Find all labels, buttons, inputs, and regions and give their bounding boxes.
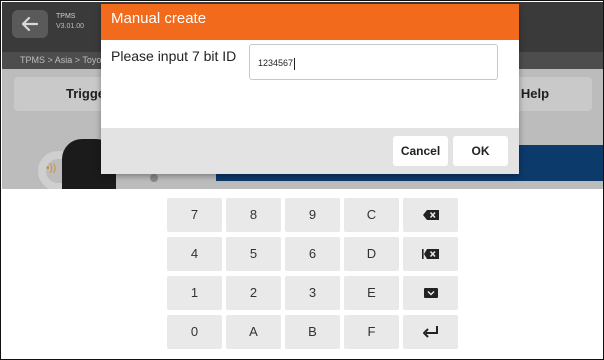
backspace-key[interactable]: [403, 198, 458, 232]
screen-frame: TPMS V3.01.00 TPMS > Asia > Toyot Trigge…: [0, 0, 604, 360]
back-arrow-icon: [22, 17, 38, 31]
manual-create-dialog: Manual create Please input 7 bit ID 1234…: [101, 4, 519, 174]
key-4[interactable]: 4: [167, 237, 222, 271]
clear-key[interactable]: [403, 237, 458, 271]
key-5[interactable]: 5: [226, 237, 281, 271]
key-1[interactable]: 1: [167, 276, 222, 310]
signal-icon: •)): [46, 163, 57, 174]
key-7[interactable]: 7: [167, 198, 222, 232]
bolt-icon: [150, 174, 158, 182]
key-b[interactable]: B: [285, 315, 340, 349]
clear-icon: [422, 249, 439, 259]
key-2[interactable]: 2: [226, 276, 281, 310]
key-c[interactable]: C: [344, 198, 399, 232]
id-input-value: 1234567: [258, 58, 294, 68]
key-f[interactable]: F: [344, 315, 399, 349]
dialog-title: Manual create: [111, 10, 207, 27]
hide-keyboard-key[interactable]: [403, 276, 458, 310]
back-button[interactable]: [12, 10, 48, 38]
id-input-label: Please input 7 bit ID: [111, 48, 237, 64]
cancel-button[interactable]: Cancel: [393, 136, 448, 166]
key-9[interactable]: 9: [285, 198, 340, 232]
ok-button[interactable]: OK: [453, 136, 508, 166]
enter-icon: [422, 326, 438, 338]
dialog-header: Manual create: [101, 4, 519, 40]
app-version: V3.01.00: [56, 23, 85, 30]
app-title: TPMS: [56, 13, 76, 20]
key-3[interactable]: 3: [285, 276, 340, 310]
key-8[interactable]: 8: [226, 198, 281, 232]
key-6[interactable]: 6: [285, 237, 340, 271]
key-e[interactable]: E: [344, 276, 399, 310]
id-input-field[interactable]: 1234567: [249, 44, 498, 80]
key-a[interactable]: A: [226, 315, 281, 349]
hide-keyboard-icon: [423, 288, 438, 298]
enter-key[interactable]: [403, 315, 458, 349]
dialog-footer: Cancel OK: [101, 128, 519, 174]
key-d[interactable]: D: [344, 237, 399, 271]
text-caret: [294, 57, 296, 70]
backspace-icon: [422, 210, 439, 220]
hex-keyboard: 7 8 9 C 4 5 6 D 1 2 3 E 0 A B F: [2, 189, 603, 359]
key-0[interactable]: 0: [167, 315, 222, 349]
